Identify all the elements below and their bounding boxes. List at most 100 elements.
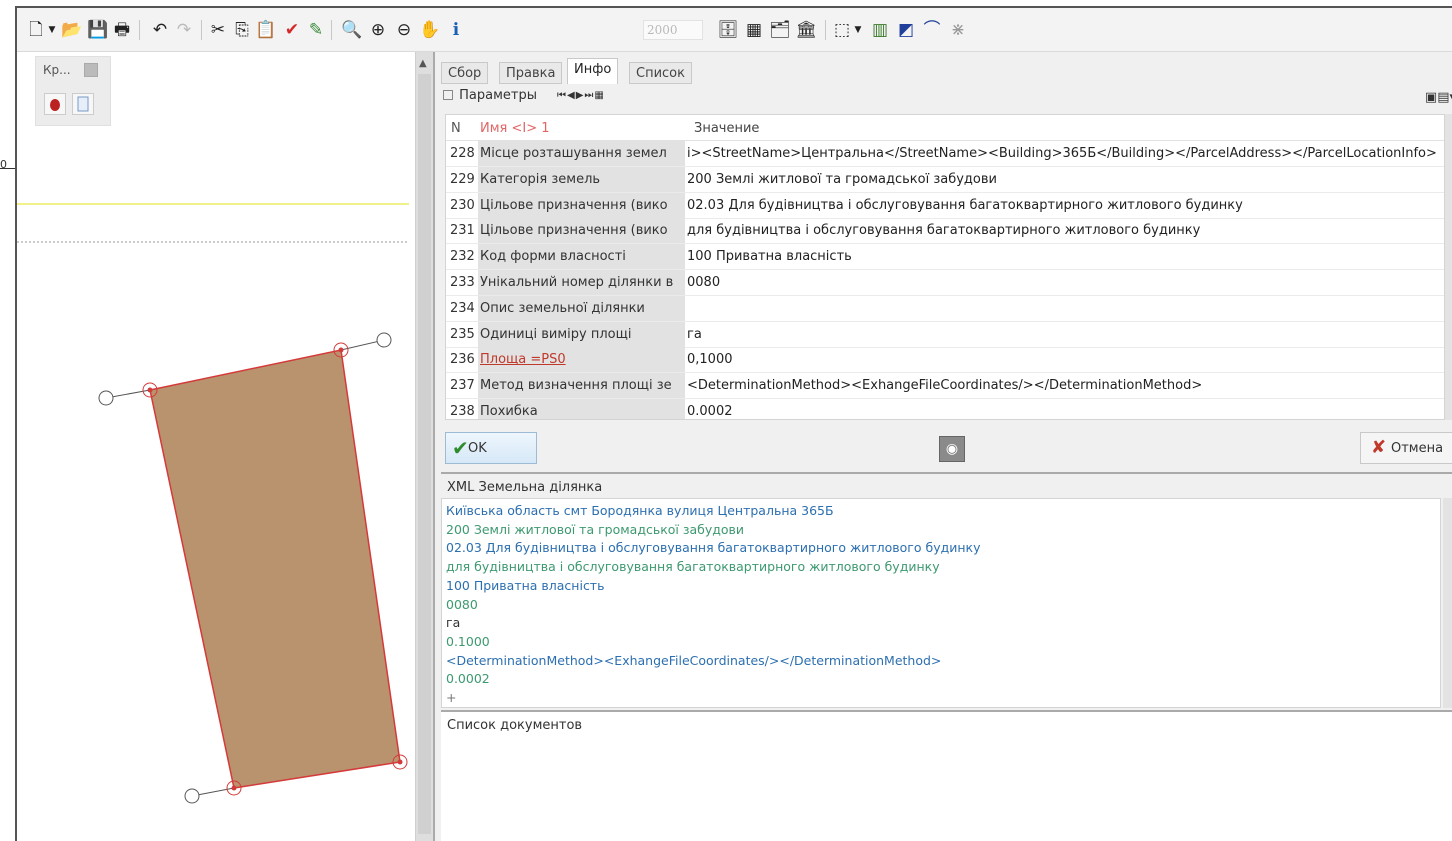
toolbar-separator [201, 20, 202, 40]
select-dropdown-icon[interactable]: ▼ [853, 18, 863, 42]
toolbar-separator [825, 20, 826, 40]
collapse-box-icon[interactable] [443, 90, 453, 100]
grid-row[interactable]: 237 Метод визначення площі зе <Determinati… [446, 373, 1444, 400]
row-parameter-name: Одиниці виміру площі [478, 321, 685, 347]
row-value-cell[interactable]: 0080 [687, 275, 1439, 290]
stamp-icon[interactable]: 🏛 [795, 18, 817, 42]
map-layer-icon[interactable]: ◩ [895, 18, 917, 42]
zoom-in-icon[interactable]: ⊕ [367, 18, 389, 42]
row-value-cell[interactable]: 02.03 Для будівництва і обслуговування б… [687, 198, 1439, 213]
open-folder-icon[interactable]: 📂 [61, 18, 83, 42]
grid-row[interactable]: 232 Код форми власності 100 Приватна власн… [446, 244, 1444, 271]
ok-button[interactable]: ✔ OK [445, 432, 537, 464]
xml-section: XML Земельна ділянка Київська область см… [441, 472, 1452, 708]
copy-icon[interactable]: ⎘ [231, 18, 253, 42]
check-icon[interactable]: ✔ [281, 18, 303, 42]
grid-row[interactable]: 230 Цільове призначення (вико 02.03 Для бу… [446, 192, 1444, 219]
new-file-icon[interactable]: 🗋 [25, 18, 47, 42]
grid-row[interactable]: 233 Унікальний номер ділянки в 0080 [446, 270, 1444, 296]
building-icon[interactable]: ▥ [869, 18, 891, 42]
grid-vertical-scrollbar[interactable] [1445, 114, 1452, 420]
map-drawing[interactable] [17, 52, 415, 841]
redo-icon[interactable]: ↷ [173, 18, 195, 42]
pan-hand-icon[interactable]: ✋ [419, 18, 441, 42]
row-parameter-name: Код форми власності [478, 244, 685, 270]
row-parameter-name[interactable]: Площа =PS0 [478, 347, 685, 373]
row-parameter-name: Категорія земель [478, 166, 685, 192]
parameters-label: Параметры [459, 88, 537, 103]
tab-collect[interactable]: Сбор [441, 62, 489, 84]
layers-icon[interactable]: 🗄 [717, 18, 739, 42]
row-value-cell[interactable]: 100 Приватна власність [687, 249, 1439, 264]
grid-row[interactable]: 231 Цільове призначення (вико для будівниц… [446, 218, 1444, 245]
tab-edit[interactable]: Правка [499, 62, 563, 84]
grid-row[interactable]: 229 Категорія земель 200 Землі житлової та… [446, 166, 1444, 193]
palette-bug-icon[interactable] [44, 93, 66, 115]
pencil-icon[interactable]: ✎ [305, 18, 327, 42]
photo-icon[interactable]: ◉ [939, 436, 965, 462]
column-header-value[interactable]: Значение [694, 121, 759, 136]
table-icon[interactable]: ▦ [743, 18, 765, 42]
tab-info[interactable]: Инфо [567, 58, 619, 84]
control-handle[interactable] [98, 390, 114, 406]
zoom-region-icon[interactable]: 🔍 [341, 18, 363, 42]
xml-text-area[interactable]: Київська область смт Бородянка вулиця Це… [441, 498, 1441, 708]
xml-line: 200 Землі житлової та громадської забудо… [446, 521, 745, 537]
info-icon[interactable]: ℹ [445, 18, 467, 42]
print-icon[interactable]: 🖶 [111, 18, 133, 42]
grid-row[interactable]: 238 Похибка 0.0002 [446, 399, 1444, 419]
grid-row[interactable]: 235 Одиниці виміру площі га [446, 321, 1444, 348]
row-value-cell[interactable]: для будівництва і обслуговування багаток… [687, 223, 1439, 238]
grid-row[interactable]: 228 Місце розташування земел і><StreetName… [446, 141, 1444, 167]
land-parcel-polygon[interactable] [149, 349, 401, 789]
info-panel: Сбор Правка Инфо Список Параметры ⏮◀▶⏭▦ … [433, 52, 1452, 841]
palette-page-icon[interactable] [72, 93, 94, 115]
application-window: 🗋 ▼ 📂 💾 🖶 ↶ ↷ ✂ ⎘ 📋 ✔ ✎ 🔍 ⊕ ⊖ ✋ ℹ 🗄 ▦ 🗂 … [15, 6, 1452, 841]
xml-line: для будівництва і обслуговування багаток… [446, 559, 940, 575]
grid-row[interactable]: 236 Площа =PS0 0,1000 [446, 347, 1444, 374]
xml-vertical-scrollbar[interactable] [1443, 498, 1452, 708]
map-canvas[interactable]: Кр... [17, 52, 415, 841]
row-value-cell[interactable]: і><StreetName>Центральна</StreetName><Bu… [687, 146, 1439, 161]
row-value-cell[interactable]: 200 Землі житлової та громадської забудо… [687, 172, 1439, 187]
row-value-cell[interactable]: <DeterminationMethod><ExhangeFileCoordin… [687, 378, 1439, 393]
grid-row[interactable]: 234 Опис земельної ділянки [446, 295, 1444, 322]
palette-close-icon[interactable] [84, 63, 98, 77]
vertex-dot [397, 759, 403, 765]
panel-options-icon[interactable]: ▣▤▾ [1425, 90, 1452, 105]
curve-icon[interactable]: ⌒ [921, 18, 943, 42]
scrollbar-thumb[interactable] [418, 74, 431, 834]
new-file-dropdown-icon[interactable]: ▼ [47, 18, 57, 42]
row-value-cell[interactable]: 0.0002 [687, 404, 1439, 419]
properties-icon[interactable]: 🗂 [769, 18, 791, 42]
tab-bar: Сбор Правка Инфо Список [435, 58, 1452, 84]
zoom-scale-input[interactable] [643, 20, 703, 40]
column-header-n[interactable]: N [451, 121, 461, 136]
documents-list[interactable]: Список документов [441, 710, 1452, 841]
row-value-cell[interactable]: 0,1000 [687, 352, 1439, 367]
record-navigation[interactable]: ⏮◀▶⏭▦ [557, 90, 605, 101]
column-header-name[interactable]: Имя <I> 1 [480, 121, 550, 136]
row-parameter-name: Місце розташування земел [478, 141, 685, 166]
xml-line: га [446, 615, 461, 631]
row-parameter-name: Цільове призначення (вико [478, 192, 685, 218]
toolbar-separator [331, 20, 332, 40]
map-vertical-scrollbar[interactable]: ▲ [415, 52, 433, 841]
zoom-out-icon[interactable]: ⊖ [393, 18, 415, 42]
control-handle[interactable] [376, 332, 392, 348]
hatch-icon[interactable]: ⋇ [947, 18, 969, 42]
scroll-up-arrow-icon[interactable]: ▲ [419, 58, 427, 69]
row-number: 228 [450, 146, 475, 161]
control-handle[interactable] [184, 788, 200, 804]
select-cursor-icon[interactable]: ⬚ [831, 18, 853, 42]
row-value-cell[interactable]: га [687, 327, 1439, 342]
xml-line: 0.0002 [446, 671, 490, 687]
undo-icon[interactable]: ↶ [149, 18, 171, 42]
tab-list[interactable]: Список [629, 62, 692, 84]
paste-icon[interactable]: 📋 [255, 18, 277, 42]
cut-icon[interactable]: ✂ [207, 18, 229, 42]
cancel-button[interactable]: ✘ Отмена [1360, 432, 1452, 464]
tool-palette: Кр... [35, 56, 111, 126]
save-icon[interactable]: 💾 [87, 18, 109, 42]
row-parameter-name: Унікальний номер ділянки в [478, 270, 685, 295]
